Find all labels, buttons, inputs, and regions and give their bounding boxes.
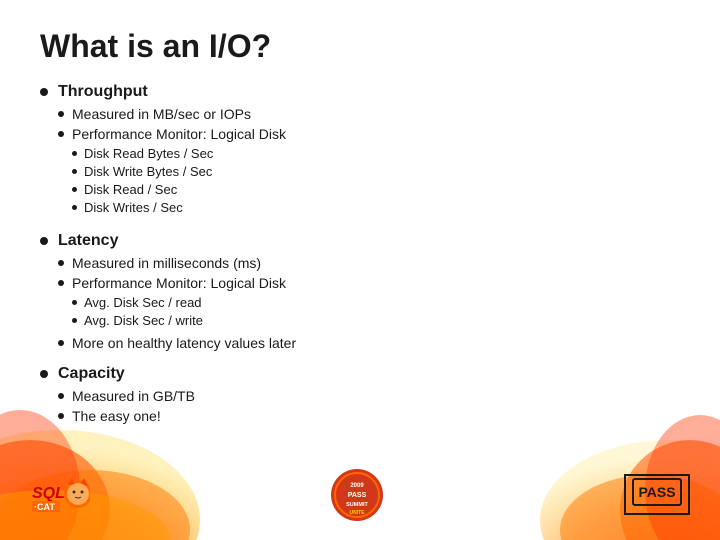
throughput-sub-item-0: Measured in MB/sec or IOPs bbox=[58, 106, 680, 122]
latency-sub-text-1: Performance Monitor: Logical Disk bbox=[72, 275, 286, 291]
section-throughput: Throughput Measured in MB/sec or IOPs Pe… bbox=[40, 83, 680, 222]
sub-sub-dot bbox=[72, 151, 77, 156]
svg-text:·CAT: ·CAT bbox=[34, 502, 55, 512]
section-latency: Latency Measured in milliseconds (ms) Pe… bbox=[40, 232, 680, 355]
svg-text:2009: 2009 bbox=[350, 483, 364, 489]
capacity-sub-list: Measured in GB/TB The easy one! bbox=[58, 388, 680, 424]
capacity-content: Capacity Measured in GB/TB The easy one! bbox=[58, 365, 680, 428]
sub-dot bbox=[58, 260, 64, 266]
latency-sub-list: Measured in milliseconds (ms) Performanc… bbox=[58, 255, 680, 351]
bullet-dot-latency bbox=[40, 237, 48, 245]
capacity-sub-text-0: Measured in GB/TB bbox=[72, 388, 195, 404]
latency-content: Latency Measured in milliseconds (ms) Pe… bbox=[58, 232, 680, 355]
capacity-sub-item-1: The easy one! bbox=[58, 408, 680, 424]
bottom-logos-bar: SQL ·CAT 2009 PASS bbox=[0, 467, 720, 522]
sub-sub-dot bbox=[72, 169, 77, 174]
sub-dot bbox=[58, 393, 64, 399]
throughput-sub-content-1: Performance Monitor: Logical Disk Disk R… bbox=[72, 126, 286, 218]
svg-text:SUMMIT: SUMMIT bbox=[346, 502, 368, 508]
throughput-child-1: Disk Write Bytes / Sec bbox=[72, 164, 286, 179]
sqlcat-logo-svg: SQL ·CAT bbox=[30, 476, 90, 514]
latency-child-text-1: Avg. Disk Sec / write bbox=[84, 313, 203, 328]
pass-summit-logo: 2009 PASS SUMMIT UNITE bbox=[312, 467, 402, 522]
throughput-child-3: Disk Writes / Sec bbox=[72, 200, 286, 215]
latency-heading: Latency bbox=[58, 232, 118, 249]
throughput-child-text-1: Disk Write Bytes / Sec bbox=[84, 164, 212, 179]
latency-sub-item-1: Performance Monitor: Logical Disk Avg. D… bbox=[58, 275, 680, 331]
throughput-child-text-0: Disk Read Bytes / Sec bbox=[84, 146, 213, 161]
capacity-sub-item-0: Measured in GB/TB bbox=[58, 388, 680, 404]
pass-summit-svg: 2009 PASS SUMMIT UNITE bbox=[312, 467, 402, 522]
capacity-sub-text-1: The easy one! bbox=[72, 408, 161, 424]
sub-dot bbox=[58, 413, 64, 419]
sub-dot bbox=[58, 340, 64, 346]
sub-sub-dot bbox=[72, 300, 77, 305]
latency-sub-text-2: More on healthy latency values later bbox=[72, 335, 296, 351]
latency-child-1: Avg. Disk Sec / write bbox=[72, 313, 286, 328]
section-capacity: Capacity Measured in GB/TB The easy one! bbox=[40, 365, 680, 428]
latency-sub-text-0: Measured in milliseconds (ms) bbox=[72, 255, 261, 271]
throughput-sub-item-1: Performance Monitor: Logical Disk Disk R… bbox=[58, 126, 680, 218]
throughput-child-text-3: Disk Writes / Sec bbox=[84, 200, 183, 215]
pass-right-logo: PASS bbox=[624, 474, 690, 515]
latency-sub-content-1: Performance Monitor: Logical Disk Avg. D… bbox=[72, 275, 286, 331]
sub-sub-dot bbox=[72, 318, 77, 323]
latency-sub-item-0: Measured in milliseconds (ms) bbox=[58, 255, 680, 271]
svg-text:PASS: PASS bbox=[348, 492, 367, 499]
capacity-heading: Capacity bbox=[58, 365, 125, 382]
bullet-dot-capacity bbox=[40, 370, 48, 378]
pass-right-svg: PASS bbox=[632, 478, 682, 506]
svg-text:PASS: PASS bbox=[638, 484, 675, 500]
sub-dot bbox=[58, 111, 64, 117]
svg-text:SQL: SQL bbox=[32, 485, 65, 502]
throughput-sub-sub-list: Disk Read Bytes / Sec Disk Write Bytes /… bbox=[72, 146, 286, 215]
throughput-child-2: Disk Read / Sec bbox=[72, 182, 286, 197]
latency-sub-sub-list: Avg. Disk Sec / read Avg. Disk Sec / wri… bbox=[72, 295, 286, 328]
sub-sub-dot bbox=[72, 187, 77, 192]
sub-sub-dot bbox=[72, 205, 77, 210]
main-list: Throughput Measured in MB/sec or IOPs Pe… bbox=[40, 83, 680, 428]
sub-dot bbox=[58, 280, 64, 286]
throughput-sub-list: Measured in MB/sec or IOPs Performance M… bbox=[58, 106, 680, 218]
throughput-sub-text-1: Performance Monitor: Logical Disk bbox=[72, 126, 286, 142]
sub-dot bbox=[58, 131, 64, 137]
svg-text:UNITE: UNITE bbox=[350, 510, 366, 516]
latency-child-text-0: Avg. Disk Sec / read bbox=[84, 295, 202, 310]
latency-child-0: Avg. Disk Sec / read bbox=[72, 295, 286, 310]
bullet-dot-throughput bbox=[40, 88, 48, 96]
throughput-child-text-2: Disk Read / Sec bbox=[84, 182, 177, 197]
throughput-content: Throughput Measured in MB/sec or IOPs Pe… bbox=[58, 83, 680, 222]
slide-content: What is an I/O? Throughput Measured in M… bbox=[0, 0, 720, 458]
throughput-sub-text-0: Measured in MB/sec or IOPs bbox=[72, 106, 251, 122]
throughput-child-0: Disk Read Bytes / Sec bbox=[72, 146, 286, 161]
latency-sub-item-2: More on healthy latency values later bbox=[58, 335, 680, 351]
slide: What is an I/O? Throughput Measured in M… bbox=[0, 0, 720, 540]
sqlcat-logo: SQL ·CAT bbox=[30, 476, 90, 514]
throughput-heading: Throughput bbox=[58, 83, 148, 100]
slide-title: What is an I/O? bbox=[40, 28, 680, 65]
